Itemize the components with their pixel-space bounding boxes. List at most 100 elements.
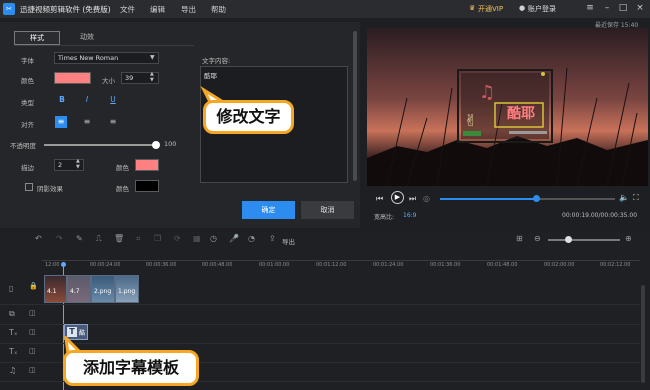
video-clip[interactable]: 4.1 (44, 275, 67, 303)
tab-animation[interactable]: 动效 (64, 31, 110, 45)
color-label: 颜色 (21, 77, 34, 85)
clock-icon[interactable]: ◷ (210, 234, 217, 243)
text-track-icon: Tₓ (9, 328, 18, 337)
timeline-ruler[interactable] (42, 260, 640, 261)
ruler-label: 00:01:00.00 (259, 262, 290, 268)
menu-edit[interactable]: 编辑 (150, 4, 165, 15)
size-label: 大小 (102, 77, 115, 85)
ruler-label: 00:01:12.00 (316, 262, 347, 268)
shadow-checkbox[interactable] (25, 183, 33, 191)
video-clip[interactable]: 4.7 (67, 275, 91, 303)
ruler-label: 00:01:36.00 (430, 262, 461, 268)
shadow-color-swatch[interactable] (135, 180, 159, 192)
font-select[interactable]: Times New Roman (54, 52, 159, 64)
menu-icon[interactable]: ≡ (584, 2, 596, 15)
app-logo-icon: ✂ (3, 3, 15, 15)
close-icon[interactable]: × (634, 2, 646, 15)
fullscreen-icon[interactable]: ⛶ (633, 193, 639, 203)
menu-export[interactable]: 导出 (181, 4, 196, 15)
text-color-swatch[interactable] (54, 72, 91, 84)
login-button[interactable]: 账户登录 (528, 4, 556, 14)
playback-progress-fill (440, 198, 537, 200)
timeline-scrollbar[interactable] (641, 285, 645, 383)
edit-icon[interactable]: ✎ (76, 234, 83, 243)
export-icon[interactable]: ⇪ (269, 234, 276, 243)
ruler-label: 12:00 (45, 262, 60, 268)
video-clip[interactable]: 2.png (91, 275, 115, 303)
ruler-label: 00:00:36.00 (146, 262, 177, 268)
confirm-button[interactable]: 确定 (242, 201, 295, 219)
panel-scrollbar[interactable] (353, 31, 357, 181)
bold-button[interactable]: B (56, 94, 68, 106)
play-button[interactable]: ▶ (391, 191, 404, 204)
rotate-icon[interactable]: ⟳ (174, 234, 181, 243)
clip-label: 4.7 (70, 288, 80, 295)
callout-edit-text: 修改文字 (203, 100, 294, 134)
track-lock-icon[interactable]: 🔒 (29, 282, 38, 290)
time-current: 00:00:19.00 (562, 212, 599, 219)
minimize-icon[interactable]: – (601, 2, 613, 15)
export-button[interactable]: 导出 (282, 236, 295, 246)
vip-button[interactable]: 开通VIP (478, 4, 503, 14)
ruler-label: 00:02:12.00 (600, 262, 631, 268)
svg-text:♫: ♫ (479, 82, 495, 103)
stroke-stepper-icon[interactable]: ▲ ▼ (76, 158, 80, 170)
underline-button[interactable]: U (107, 94, 119, 106)
align-right-icon[interactable]: ≡ (107, 116, 119, 128)
mosaic-icon[interactable]: ▦ (193, 234, 201, 243)
ruler-label: 00:01:24.00 (373, 262, 404, 268)
split-icon[interactable]: ⎍ (96, 234, 102, 244)
video-clip[interactable]: 1.png (115, 275, 139, 303)
track-audio-icon[interactable]: ◫ (29, 366, 36, 374)
aspect-ratio-label: 宽高比: (374, 214, 395, 221)
shadow-color-label: 颜色 (116, 185, 129, 193)
next-frame-icon[interactable]: ⏭ (409, 194, 416, 204)
opacity-slider-handle[interactable] (152, 141, 160, 149)
text-track-icon: Tₓ (9, 347, 18, 356)
playback-progress-handle[interactable] (533, 195, 541, 202)
overlay-track-icon: ⧉ (9, 309, 15, 318)
stop-icon[interactable]: ◎ (423, 194, 430, 203)
size-stepper-icon[interactable]: ▲ ▼ (150, 71, 154, 83)
text-content-label: 文字内容: (202, 57, 231, 65)
aspect-ratio-value[interactable]: 16:9 (403, 212, 416, 219)
chevron-down-icon: ▼ (150, 54, 155, 61)
clip-label: 4.1 (47, 288, 57, 295)
opacity-value: 100 (164, 140, 177, 148)
type-label: 类型 (21, 99, 34, 107)
microphone-icon[interactable]: 🎤 (229, 234, 239, 243)
align-center-icon[interactable]: ≡ (81, 116, 93, 128)
delete-icon[interactable]: 🗑 (114, 234, 124, 243)
zoom-in-icon[interactable]: ⊕ (625, 234, 632, 243)
align-left-icon[interactable]: ≡ (55, 116, 67, 128)
vip-crown-icon: ♛ (469, 4, 476, 12)
fit-timeline-icon[interactable]: ⊞ (516, 234, 523, 243)
cancel-button[interactable]: 取消 (301, 201, 354, 219)
opacity-slider[interactable] (44, 144, 158, 146)
time-display: 00:00:19.00/00:00:35.00 (562, 212, 637, 219)
menu-help[interactable]: 帮助 (211, 4, 226, 15)
ruler-label: 00:02:00.00 (544, 262, 575, 268)
stroke-color-swatch[interactable] (135, 159, 159, 171)
italic-button[interactable]: I (81, 94, 93, 106)
zoom-slider-handle[interactable] (565, 236, 572, 243)
playback-progress[interactable] (440, 198, 615, 200)
volume-icon[interactable]: 🔈 (619, 193, 629, 202)
track-audio-icon[interactable]: ◫ (29, 328, 36, 336)
user-icon: ● (519, 4, 526, 12)
copy-icon[interactable]: ❐ (154, 234, 161, 243)
track-audio-icon[interactable]: ◫ (29, 309, 36, 317)
opacity-label: 不透明度 (10, 142, 36, 150)
freeze-frame-icon[interactable]: ◔ (248, 234, 255, 243)
redo-icon[interactable]: ↷ (56, 234, 63, 243)
undo-icon[interactable]: ↶ (35, 234, 42, 243)
ruler-label: 00:00:24.00 (90, 262, 121, 268)
track-audio-icon[interactable]: ◫ (29, 347, 36, 355)
menu-file[interactable]: 文件 (120, 4, 135, 15)
crop-icon[interactable]: ⌗ (136, 234, 141, 244)
zoom-out-icon[interactable]: ⊖ (534, 234, 541, 243)
prev-frame-icon[interactable]: ⏮ (376, 194, 383, 204)
maximize-icon[interactable]: □ (617, 2, 629, 15)
zoom-slider[interactable] (548, 239, 620, 241)
tab-style[interactable]: 样式 (14, 31, 60, 45)
